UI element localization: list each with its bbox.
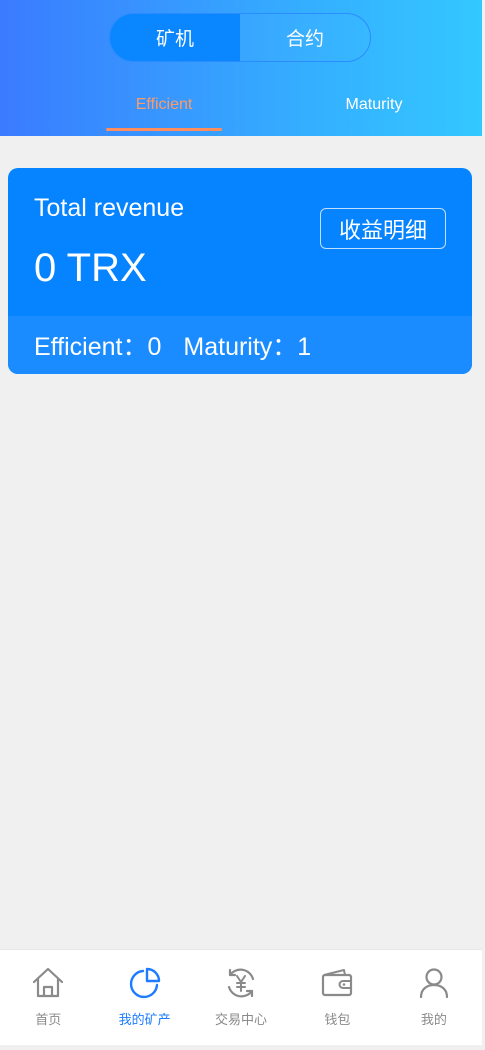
nav-label: 首页 bbox=[35, 1013, 62, 1028]
mode-segmented-control: 矿机 合约 bbox=[109, 13, 371, 62]
revenue-card: Total revenue 0 TRX 收益明细 Efficient：0 Mat… bbox=[8, 168, 472, 374]
nav-item-mine[interactable]: 我的 bbox=[386, 950, 482, 1045]
revenue-title: Total revenue bbox=[34, 194, 185, 222]
nav-label: 钱包 bbox=[324, 1013, 351, 1028]
status-tabs: Efficient Maturity bbox=[0, 78, 482, 136]
nav-item-wallet[interactable]: 钱包 bbox=[289, 950, 385, 1045]
tab-efficient[interactable]: Efficient bbox=[106, 78, 222, 132]
efficient-count: Efficient：0 bbox=[34, 333, 162, 361]
user-icon bbox=[419, 968, 448, 999]
revenue-detail-button[interactable]: 收益明细 bbox=[320, 208, 446, 249]
nav-item-my-mining[interactable]: 我的矿产 bbox=[96, 950, 192, 1045]
revenue-stats: Efficient：0 Maturity：1 bbox=[8, 316, 472, 374]
tab-maturity[interactable]: Maturity bbox=[316, 78, 432, 132]
page: 矿机 合约 Efficient Maturity Total revenue 0… bbox=[0, 0, 485, 1050]
segment-contract[interactable]: 合约 bbox=[240, 14, 370, 61]
revenue-amount: 0 TRX bbox=[34, 246, 147, 290]
pie-chart-icon bbox=[129, 967, 160, 999]
bottom-nav: 首页 我的矿产 交易中心 钱包 我的 bbox=[0, 949, 482, 1045]
nav-item-trading-center[interactable]: 交易中心 bbox=[193, 950, 289, 1045]
nav-item-home[interactable]: 首页 bbox=[0, 950, 96, 1045]
wallet-icon bbox=[322, 969, 353, 997]
nav-label: 我的 bbox=[420, 1013, 447, 1028]
nav-label: 我的矿产 bbox=[118, 1013, 171, 1028]
home-icon bbox=[33, 967, 64, 998]
active-tab-indicator bbox=[106, 128, 222, 131]
header: 矿机 合约 Efficient Maturity bbox=[0, 0, 482, 136]
nav-label: 交易中心 bbox=[215, 1013, 268, 1028]
maturity-count: Maturity：1 bbox=[183, 333, 312, 361]
segment-miner[interactable]: 矿机 bbox=[110, 14, 240, 61]
exchange-yen-icon bbox=[227, 968, 255, 998]
